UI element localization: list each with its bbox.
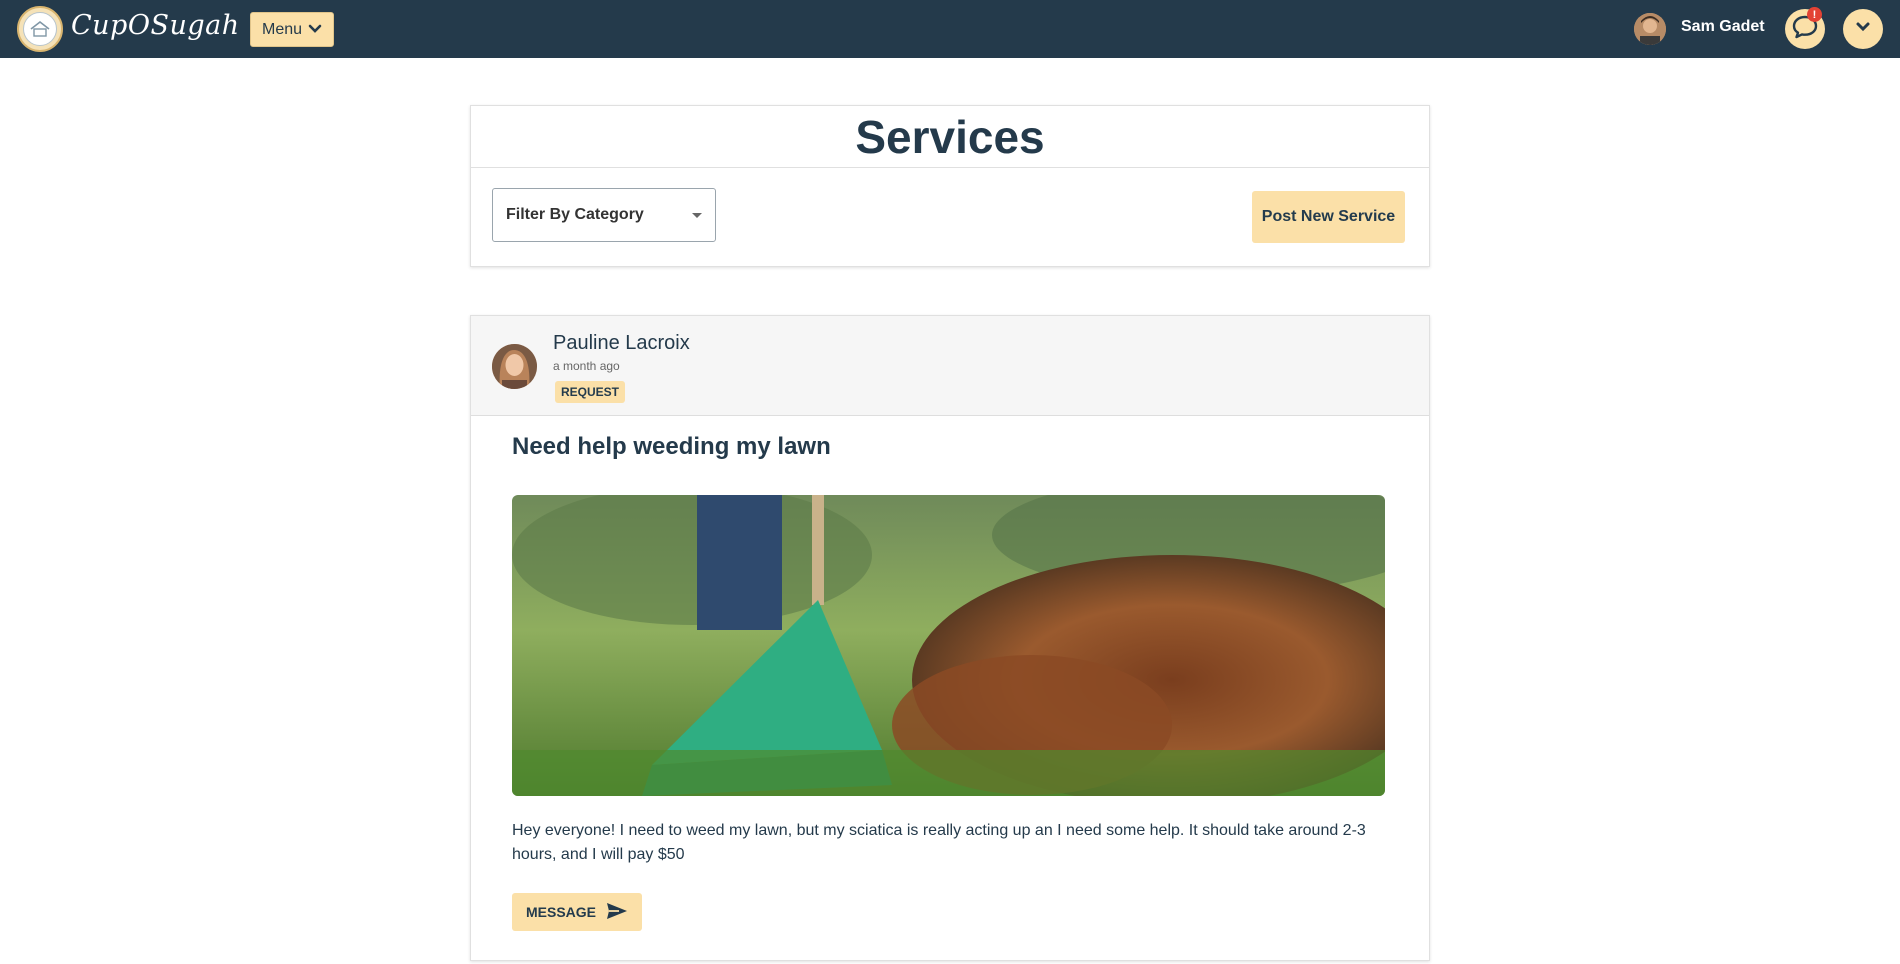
author-avatar[interactable] bbox=[492, 344, 537, 389]
category-filter-select[interactable]: Filter By Category bbox=[492, 188, 716, 242]
services-header-card: Services Filter By Category Post New Ser… bbox=[470, 105, 1430, 267]
profile-dropdown-button[interactable] bbox=[1843, 9, 1883, 49]
notification-badge: ! bbox=[1807, 7, 1822, 22]
message-label: MESSAGE bbox=[525, 904, 596, 920]
menu-button[interactable]: Menu bbox=[250, 12, 334, 47]
user-avatar[interactable] bbox=[1634, 13, 1666, 45]
logo-house-icon bbox=[23, 12, 57, 46]
message-button[interactable]: MESSAGE bbox=[512, 893, 642, 931]
menu-label: Menu bbox=[261, 20, 303, 38]
service-post-card: Pauline Lacroix a month ago REQUEST Need… bbox=[470, 315, 1430, 961]
dropdown-caret-icon bbox=[692, 213, 702, 218]
post-title: Need help weeding my lawn bbox=[512, 433, 831, 460]
post-header: Pauline Lacroix a month ago REQUEST bbox=[471, 316, 1429, 416]
chevron-down-icon bbox=[1855, 20, 1871, 38]
page-title: Services bbox=[471, 106, 1429, 168]
brand-logo-icon[interactable] bbox=[17, 6, 63, 52]
post-new-service-button[interactable]: Post New Service bbox=[1252, 191, 1405, 243]
chevron-down-icon bbox=[308, 21, 322, 39]
post-type-badge: REQUEST bbox=[555, 381, 626, 403]
brand-name[interactable]: CupOSugah bbox=[71, 10, 240, 41]
top-navbar: CupOSugah Menu Sam Gadet ! bbox=[0, 0, 1900, 58]
post-timestamp: a month ago bbox=[553, 359, 620, 373]
post-image bbox=[512, 495, 1385, 796]
filter-placeholder: Filter By Category bbox=[506, 206, 644, 223]
username-label[interactable]: Sam Gadet bbox=[1681, 18, 1765, 36]
author-name[interactable]: Pauline Lacroix bbox=[553, 332, 690, 355]
send-icon bbox=[606, 902, 628, 923]
post-description: Hey everyone! I need to weed my lawn, bu… bbox=[512, 822, 1366, 863]
